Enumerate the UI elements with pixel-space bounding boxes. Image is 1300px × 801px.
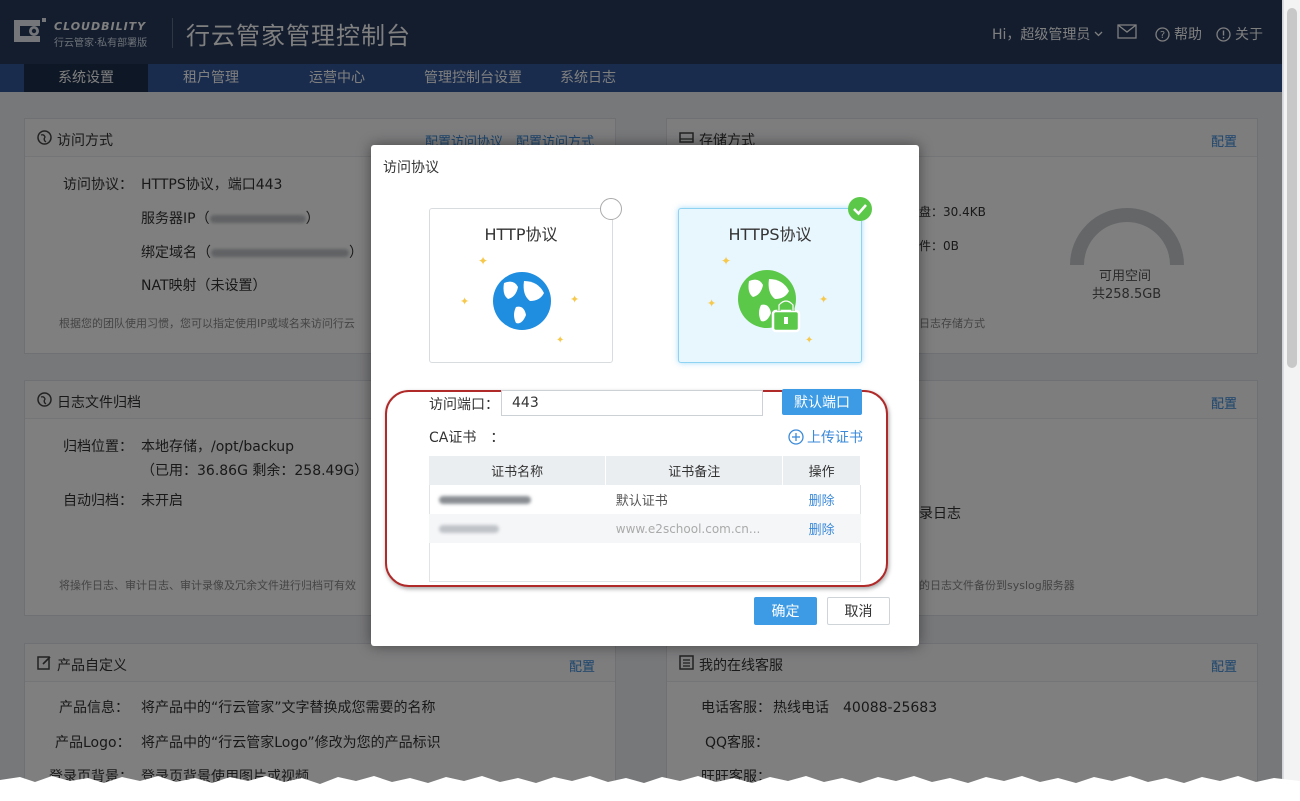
- svg-text:✦: ✦: [721, 254, 731, 268]
- redacted-cert-name: [439, 495, 531, 504]
- globe-icon: ✦ ✦ ✦ ✦: [460, 254, 579, 346]
- secure-globe-icon: ✦ ✦ ✦ ✦: [707, 254, 828, 346]
- svg-text:✦: ✦: [460, 295, 469, 308]
- http-label: HTTP协议: [484, 225, 558, 244]
- checkmark-icon: [848, 197, 872, 221]
- col-action: 操作: [782, 456, 861, 485]
- upload-cert-label: 上传证书: [807, 430, 863, 446]
- cancel-button[interactable]: 取消: [827, 597, 890, 625]
- table-row: 默认证书 删除: [429, 485, 861, 514]
- table-row: www.e2school.com.cn... 删除: [429, 514, 861, 543]
- ca-cert-label: CA证书 ：: [429, 430, 505, 446]
- scrollbar-thumb[interactable]: [1287, 8, 1297, 368]
- svg-text:✦: ✦: [819, 293, 828, 306]
- console-app: CLOUDBILITY 行云管家·私有部署版 行云管家管理控制台 Hi，超级管理…: [0, 0, 1283, 790]
- cert-remark-cell: www.e2school.com.cn...: [615, 521, 761, 536]
- port-label: 访问端口：: [429, 397, 499, 413]
- delete-link[interactable]: 删除: [783, 485, 861, 514]
- svg-text:✦: ✦: [707, 297, 716, 310]
- cert-name-cell: [429, 514, 606, 543]
- default-port-button[interactable]: 默认端口: [782, 389, 862, 415]
- col-cert-name: 证书名称: [429, 456, 607, 485]
- col-cert-remark: 证书备注: [605, 456, 784, 485]
- table-header-row: 证书名称 证书备注 操作: [429, 456, 861, 485]
- svg-text:✦: ✦: [570, 293, 579, 306]
- torn-edge-decoration: [0, 776, 1300, 801]
- cert-remark-cell: 默认证书: [615, 494, 668, 509]
- cert-table: 证书名称 证书备注 操作 默认证书 删除 www.e2school.com.cn…: [429, 456, 861, 543]
- https-protocol-option[interactable]: HTTPS协议 ✦ ✦ ✦ ✦: [678, 208, 862, 363]
- svg-text:✦: ✦: [805, 335, 813, 346]
- https-label: HTTPS协议: [728, 225, 812, 244]
- delete-link[interactable]: 删除: [783, 514, 861, 543]
- http-radio[interactable]: [600, 198, 622, 220]
- confirm-button[interactable]: 确定: [754, 597, 817, 625]
- dialog-title: 访问协议: [383, 160, 439, 176]
- redacted-cert-name: [439, 524, 499, 533]
- cert-name-cell: [429, 485, 606, 514]
- svg-text:✦: ✦: [556, 335, 564, 346]
- upload-cert-button[interactable]: 上传证书: [788, 427, 863, 447]
- http-protocol-option[interactable]: HTTP协议 ✦ ✦ ✦ ✦: [429, 208, 613, 363]
- svg-text:✦: ✦: [478, 254, 488, 268]
- page-scrollbar[interactable]: [1283, 0, 1300, 790]
- access-protocol-dialog: 访问协议 HTTP协议 ✦ ✦ ✦ ✦ HTTPS协议 ✦ ✦ ✦ ✦ 访问端口…: [371, 145, 919, 646]
- plus-circle-icon: [788, 429, 804, 445]
- port-input[interactable]: [501, 390, 763, 416]
